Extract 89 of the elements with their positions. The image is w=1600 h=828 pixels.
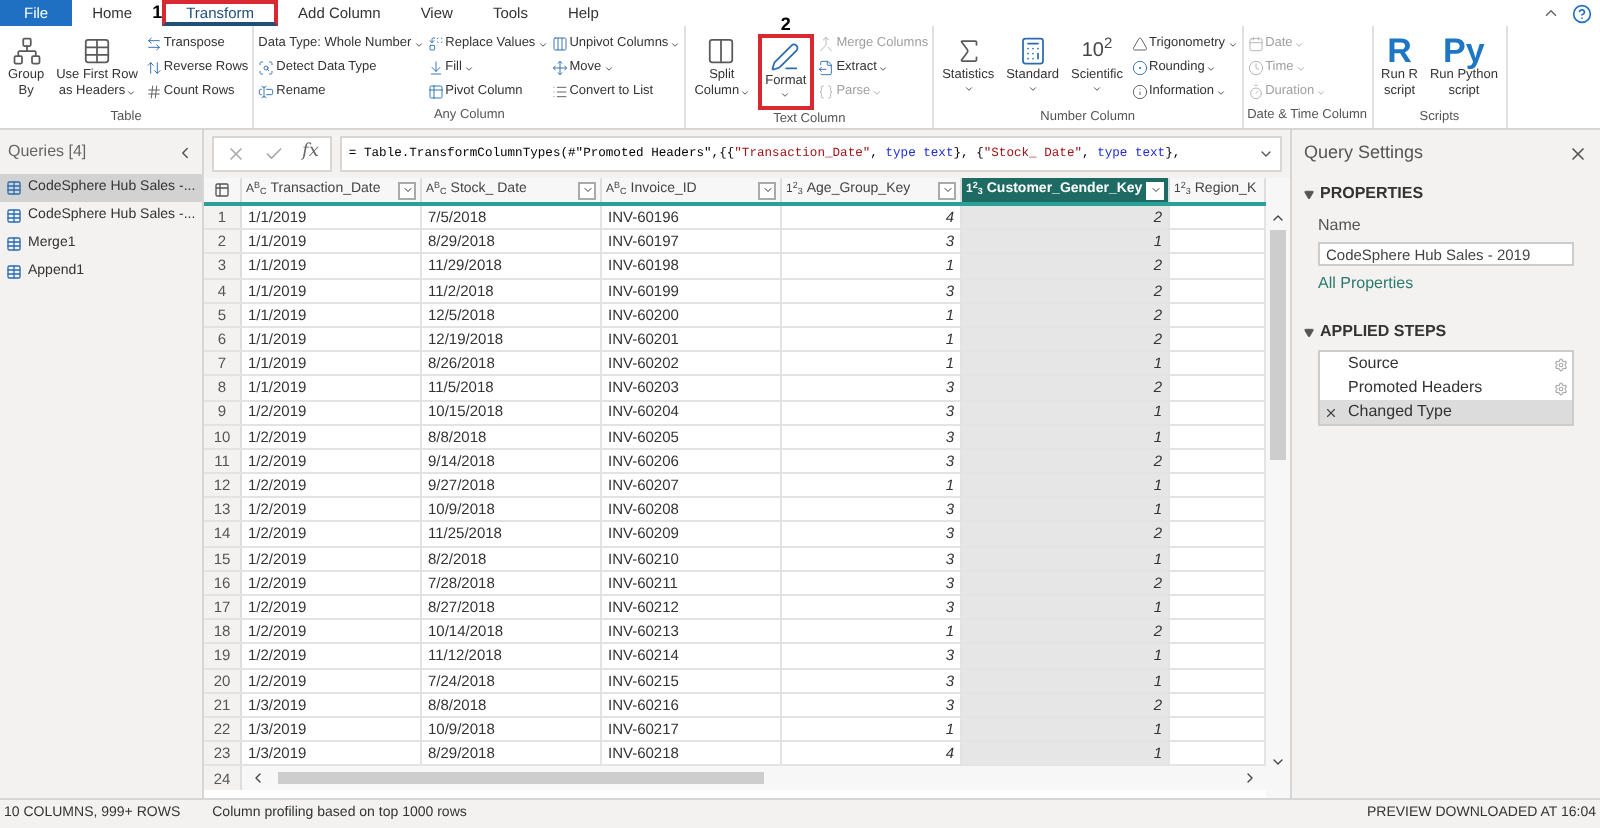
merge-icon [818,36,835,52]
scroll-down-icon[interactable] [1270,754,1286,770]
glyph-icon: 10$^{2}$ [1081,41,1113,61]
list-icon [551,84,568,100]
collapse-triangle-icon[interactable] [1304,327,1314,337]
function-button[interactable]: fx [302,140,319,168]
collapse-icon[interactable] [176,143,194,161]
applied-step[interactable]: Promoted Headers [1320,376,1572,400]
hash-icon [145,84,162,100]
pen-icon [770,42,801,72]
table-icon [6,236,22,252]
collapse-ribbon-icon[interactable] [1542,4,1560,22]
swap-arrows-icon [145,36,162,52]
caret-icon [878,63,889,73]
step-label: Changed Type [1348,400,1454,424]
caret-icon [1216,87,1227,97]
arrow-down-icon [427,60,444,76]
step-number: 1 [152,4,163,22]
caret-icon [413,39,424,49]
scroll-left-icon[interactable] [250,770,266,787]
columns-icon [551,36,568,52]
filter-button[interactable] [938,181,956,199]
filter-button[interactable] [398,181,416,199]
caret-icon [1027,84,1038,94]
caret-icon [537,39,548,49]
caret-icon [1091,84,1102,94]
scan-search-icon [258,60,275,76]
expand-icon[interactable] [1258,146,1274,162]
scroll-up-icon[interactable] [1270,210,1286,226]
table-icon [81,36,112,66]
table-menu-icon[interactable] [214,182,230,198]
braces-icon [818,84,835,100]
caret-icon [1294,39,1305,49]
caret-icon [780,90,791,100]
pane-title: Queries [4] [8,140,87,164]
clock-icon [1247,60,1264,76]
up-down-arrows-icon [145,60,162,76]
filter-button[interactable] [758,181,776,199]
caret-icon [1295,63,1306,73]
step-label: Promoted Headers [1348,376,1485,400]
caret-icon [1149,184,1162,196]
caret-icon [401,184,413,196]
caret-icon [872,87,883,97]
filter-button[interactable] [578,181,596,199]
grid-icon [427,84,444,100]
glyph-icon: Py [1443,34,1485,68]
close-icon[interactable] [1568,144,1588,164]
step-label: Source [1348,352,1401,376]
vertical-scrollbar[interactable] [1266,178,1290,798]
timer-icon [1247,84,1264,100]
section-heading: APPLIED STEPS [1320,320,1447,344]
caret-icon [670,39,681,49]
triangle-icon [1131,36,1147,52]
glyph-icon: R [1387,34,1412,68]
info-icon [1131,84,1147,100]
split-columns-icon [706,36,737,66]
field-label: Name [1318,214,1363,238]
hierarchy-icon [11,36,42,66]
scroll-thumb[interactable] [278,772,764,785]
delete-step-icon[interactable] [1324,405,1338,419]
help-icon[interactable] [1572,3,1592,23]
section-heading: PROPERTIES [1320,182,1424,206]
caret-icon [1206,63,1217,73]
calendar-icon [1247,36,1264,52]
caret-icon [603,63,614,73]
table-icon [6,264,22,280]
calculator-icon [1017,36,1048,66]
caret-icon [761,184,773,196]
table-icon [6,180,22,196]
scroll-thumb[interactable] [1270,230,1286,460]
caret-icon [1227,39,1238,49]
applied-step[interactable]: Source [1320,352,1572,376]
caret-icon [941,184,953,196]
horizontal-scrollbar[interactable] [242,766,1266,791]
caret-icon [1316,87,1327,97]
collapse-triangle-icon[interactable] [1304,189,1314,199]
table-icon [6,208,22,224]
caret-icon [125,87,136,97]
caret-icon [963,84,974,94]
scroll-right-icon[interactable] [1242,770,1258,787]
move-icon [551,60,568,76]
caret-icon [581,184,593,196]
caret-icon [739,87,750,97]
pane-title: Query Settings [1304,140,1424,167]
applied-step[interactable]: Changed Type [1320,400,1572,424]
text-cursor-icon [258,84,275,100]
all-properties-link[interactable]: All Properties [1318,272,1588,296]
step-number: 2 [780,16,791,34]
caret-icon [463,63,474,73]
